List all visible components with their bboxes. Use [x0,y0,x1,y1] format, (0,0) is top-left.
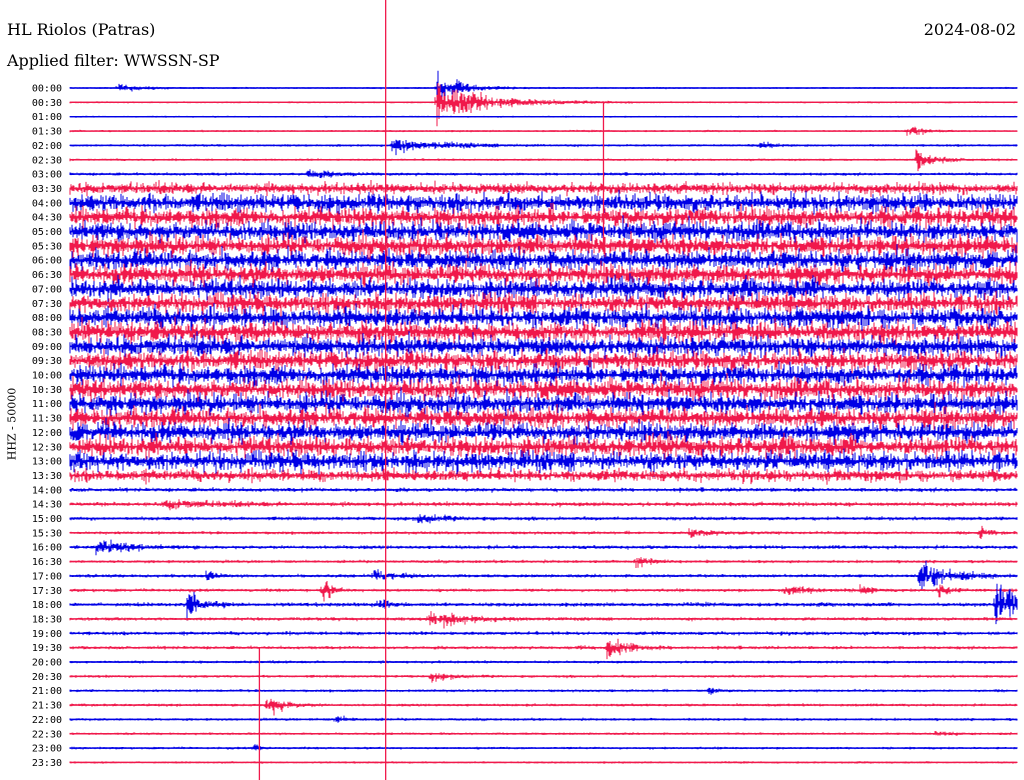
time-label: 20:00 [32,658,62,669]
trace-row-02:00 [69,139,1018,156]
time-label: 06:30 [32,270,62,281]
time-label: 04:00 [32,198,62,209]
time-label: 00:00 [32,84,62,95]
time-label: 11:30 [32,414,62,425]
time-label: 16:00 [32,543,62,554]
time-label: 04:30 [32,213,62,224]
time-label: 15:00 [32,514,62,525]
time-label: 12:00 [32,428,62,439]
trace-group [69,70,1018,764]
time-label: 02:30 [32,155,62,166]
time-label: 21:30 [32,701,62,712]
time-label: 12:30 [32,442,62,453]
time-label: 05:00 [32,227,62,238]
trace-row-20:30 [69,673,1018,683]
trace-row-00:30 [69,83,1018,127]
time-label: 10:00 [32,371,62,382]
time-label: 02:00 [32,141,62,152]
trace-row-23:00 [69,744,1018,751]
time-label: 01:00 [32,112,62,123]
time-label: 15:30 [32,528,62,539]
time-label: 00:30 [32,98,62,109]
helicorder-plot: 00:00 00:30 01:00 01:30 02:00 02:30 03:00 03:30… [32,0,1018,780]
time-label: 03:30 [32,184,62,195]
time-label: 22:00 [32,715,62,726]
time-label: 09:00 [32,342,62,353]
trace-row-19:30 [69,638,1018,660]
trace-row-00:00 [69,70,1018,102]
time-label: 22:30 [32,729,62,740]
time-label: 23:30 [32,758,62,769]
time-label: 06:00 [32,256,62,267]
trace-row-21:30 [69,698,1018,716]
time-label: 13:30 [32,471,62,482]
time-label: 08:30 [32,327,62,338]
time-label: 21:00 [32,686,62,697]
time-label: 17:30 [32,586,62,597]
time-label: 18:30 [32,614,62,625]
time-label: 20:30 [32,672,62,683]
trace-row-16:30 [69,557,1018,568]
time-label: 07:00 [32,284,62,295]
time-label: 01:30 [32,127,62,138]
time-label: 11:00 [32,399,62,410]
trace-row-17:00 [69,560,1018,590]
time-label: 17:00 [32,571,62,582]
time-label: 18:00 [32,600,62,611]
time-label: 19:30 [32,643,62,654]
time-label: 07:30 [32,299,62,310]
time-label: 10:30 [32,385,62,396]
time-label: 13:00 [32,457,62,468]
time-label: 19:00 [32,629,62,640]
time-label: 14:00 [32,485,62,496]
time-label: 09:30 [32,356,62,367]
time-label: 23:00 [32,744,62,755]
time-label: 03:00 [32,170,62,181]
time-label: 08:00 [32,313,62,324]
time-label: 05:30 [32,241,62,252]
time-label-group: 00:00 00:30 01:00 01:30 02:00 02:30 03:00 03:30… [32,84,62,769]
trace-row-17:30 [69,581,1018,602]
time-label: 14:30 [32,500,62,511]
trace-row-18:30 [69,611,1018,629]
time-label: 16:30 [32,557,62,568]
